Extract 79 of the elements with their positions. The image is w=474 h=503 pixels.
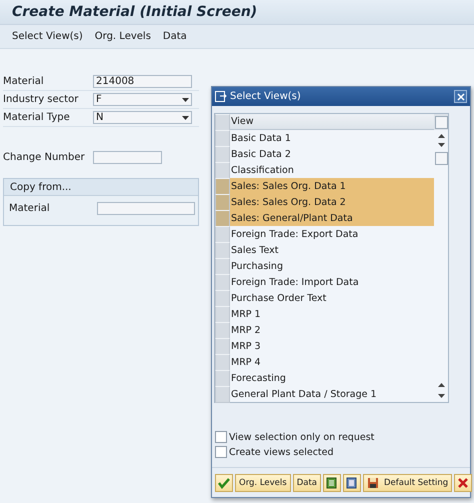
table-row[interactable]: MRP 3 bbox=[230, 338, 434, 354]
default-setting-button[interactable]: Default Setting bbox=[363, 474, 452, 492]
input-field[interactable] bbox=[96, 202, 195, 215]
checkbox-label: View selection only on request bbox=[229, 432, 374, 442]
dropdown-field[interactable]: F bbox=[93, 93, 192, 106]
floppy-icon bbox=[367, 477, 379, 489]
field-label: Material bbox=[9, 203, 51, 214]
row-selector[interactable] bbox=[215, 162, 230, 179]
input-field[interactable] bbox=[93, 151, 162, 164]
close-icon bbox=[457, 477, 470, 489]
cancel-button[interactable] bbox=[454, 474, 472, 492]
menu-item[interactable]: Data bbox=[162, 31, 187, 42]
table-row[interactable]: Sales: Sales Org. Data 2 bbox=[230, 194, 434, 210]
field-label: Industry sector bbox=[3, 94, 80, 105]
group-title: Copy from... bbox=[4, 179, 198, 196]
text-button[interactable]: Org. Levels bbox=[235, 474, 291, 492]
table-row[interactable]: Classification bbox=[230, 162, 434, 178]
select-all-cell[interactable] bbox=[215, 114, 230, 131]
row-selector[interactable] bbox=[215, 306, 230, 323]
dropdown-arrow-icon bbox=[182, 98, 189, 102]
table-row[interactable]: MRP 2 bbox=[230, 322, 434, 338]
table-row[interactable]: Purchasing bbox=[230, 258, 434, 274]
scroll-thumb[interactable] bbox=[434, 152, 448, 165]
row-selector[interactable] bbox=[215, 274, 230, 291]
select-all-button[interactable] bbox=[323, 474, 341, 492]
table-settings-button[interactable] bbox=[434, 116, 448, 128]
window-icon bbox=[215, 91, 227, 102]
scroll-up-icon[interactable] bbox=[438, 134, 444, 138]
deselect-all-button[interactable] bbox=[343, 474, 361, 492]
table-row[interactable]: Basic Data 2 bbox=[230, 146, 434, 162]
check-icon bbox=[218, 477, 230, 489]
table-row[interactable]: Basic Data 1 bbox=[230, 130, 434, 146]
deselect-all-icon bbox=[346, 477, 358, 489]
row-selector[interactable] bbox=[215, 322, 230, 339]
checkbox[interactable] bbox=[215, 431, 227, 443]
table-row[interactable]: Sales Text bbox=[230, 242, 434, 258]
menu-item[interactable]: Select View(s) bbox=[12, 31, 83, 42]
close-icon bbox=[456, 92, 464, 100]
window-title: Create Material (Initial Screen) bbox=[12, 4, 258, 20]
table-row[interactable]: Sales: General/Plant Data bbox=[230, 210, 434, 226]
row-selector[interactable] bbox=[215, 338, 230, 355]
ok-button[interactable] bbox=[215, 474, 233, 492]
checkbox-label: Create views selected bbox=[229, 446, 334, 458]
table-row[interactable]: MRP 4 bbox=[230, 354, 434, 370]
select-all-icon bbox=[326, 477, 338, 489]
checkbox[interactable] bbox=[215, 446, 227, 458]
table-row[interactable]: Purchase Order Text bbox=[230, 290, 434, 306]
row-selector[interactable] bbox=[215, 386, 230, 403]
row-selector[interactable] bbox=[215, 290, 230, 307]
scroll-down-icon[interactable] bbox=[438, 394, 444, 398]
table-row[interactable]: General Plant Data / Storage 1 bbox=[230, 386, 434, 402]
row-selector[interactable] bbox=[215, 194, 230, 211]
row-selector[interactable] bbox=[215, 354, 230, 371]
field-label: Material bbox=[3, 76, 45, 87]
table-row[interactable]: Sales: Sales Org. Data 1 bbox=[230, 178, 434, 194]
row-selector[interactable] bbox=[215, 370, 230, 387]
dialog-title: Select View(s) bbox=[230, 91, 302, 102]
scroll-up-icon[interactable] bbox=[438, 383, 444, 387]
input-field[interactable]: 214008 bbox=[93, 75, 192, 88]
table-row[interactable]: Foreign Trade: Export Data bbox=[230, 226, 434, 242]
table-row[interactable]: Foreign Trade: Import Data bbox=[230, 274, 434, 290]
scroll-down-icon[interactable] bbox=[438, 143, 444, 147]
row-selector[interactable] bbox=[215, 258, 230, 275]
text-button[interactable]: Data bbox=[292, 474, 321, 492]
row-selector[interactable] bbox=[215, 146, 230, 163]
column-header: View bbox=[230, 114, 434, 130]
table-row[interactable]: MRP 1 bbox=[230, 306, 434, 322]
menu-item[interactable]: Org. Levels bbox=[94, 31, 151, 42]
field-label: Change Number bbox=[3, 152, 86, 163]
dropdown-field[interactable]: N bbox=[93, 111, 192, 124]
row-selector[interactable] bbox=[215, 178, 230, 195]
table-row[interactable]: Forecasting bbox=[230, 370, 434, 386]
close-button[interactable] bbox=[454, 90, 467, 103]
field-label: Material Type bbox=[3, 112, 71, 123]
row-selector[interactable] bbox=[215, 210, 230, 227]
row-selector[interactable] bbox=[215, 242, 230, 259]
row-selector[interactable] bbox=[215, 130, 230, 147]
dropdown-arrow-icon bbox=[182, 116, 189, 120]
row-selector[interactable] bbox=[215, 226, 230, 243]
